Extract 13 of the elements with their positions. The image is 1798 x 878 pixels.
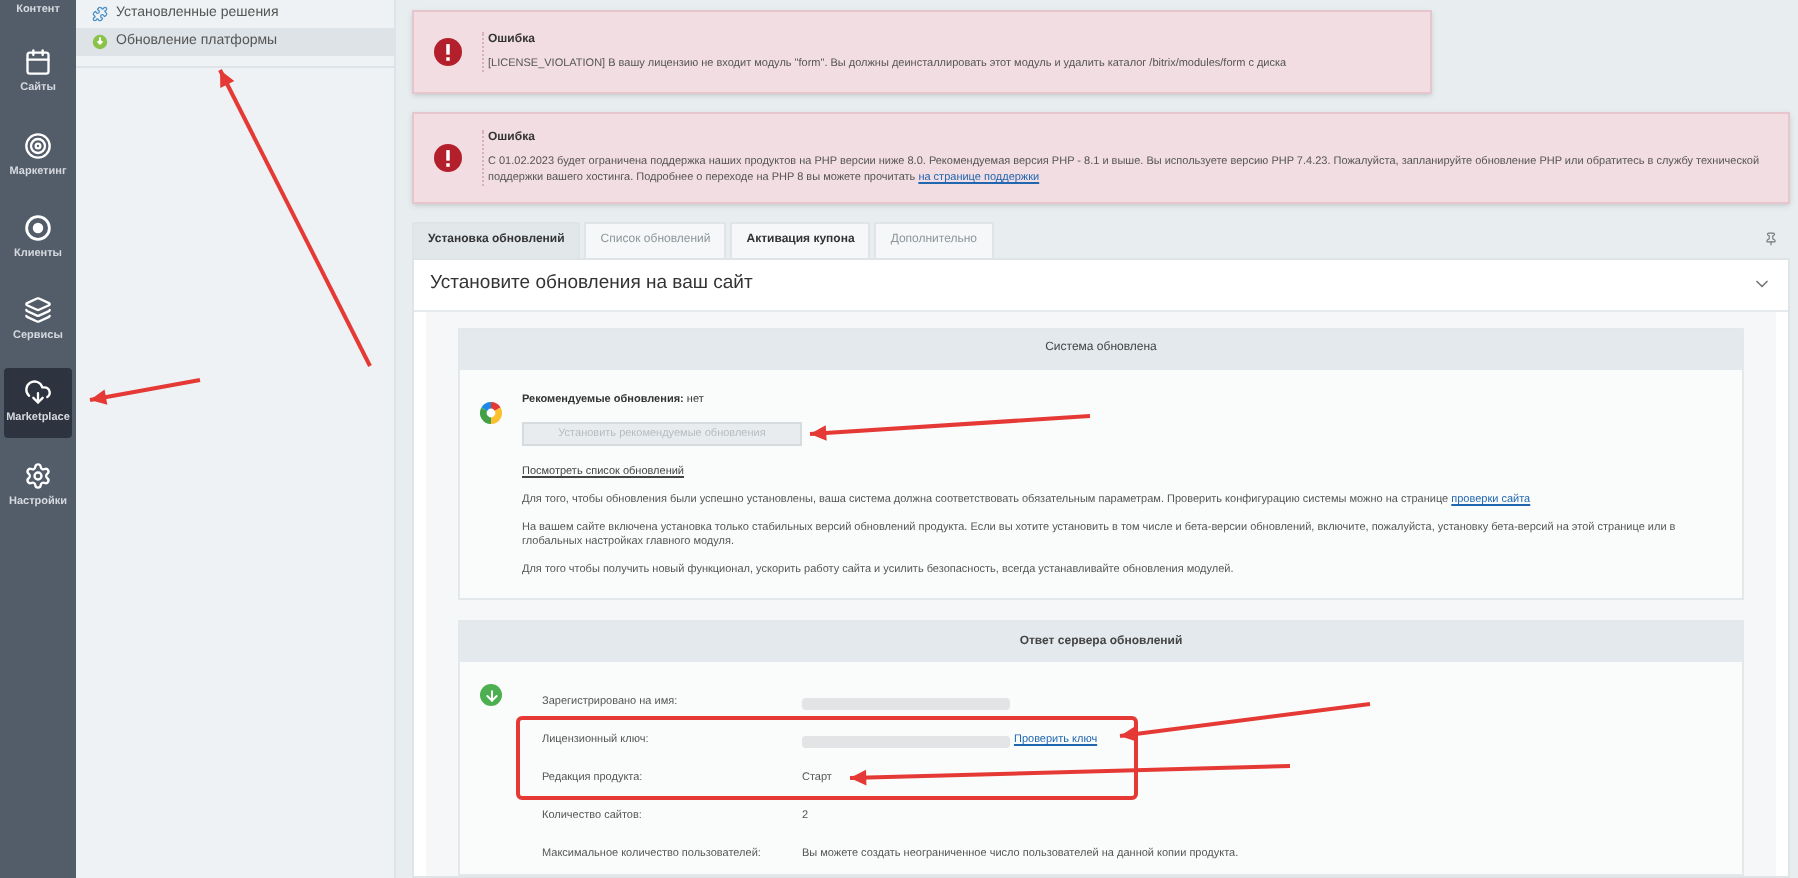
download-icon bbox=[480, 684, 502, 706]
puzzle-icon bbox=[92, 6, 108, 22]
status-icon bbox=[480, 401, 502, 423]
settings-icon bbox=[24, 461, 52, 489]
annotation-arrow bbox=[89, 378, 201, 405]
error-icon bbox=[434, 38, 462, 66]
calendar-icon bbox=[24, 48, 52, 77]
target-icon bbox=[24, 131, 52, 159]
panel-title: Установите обновления на ваш сайт bbox=[430, 269, 753, 298]
error-icon bbox=[434, 144, 462, 172]
layers-icon bbox=[24, 296, 52, 324]
cloud-download-icon bbox=[24, 378, 52, 407]
pin-icon[interactable] bbox=[1764, 231, 1778, 245]
